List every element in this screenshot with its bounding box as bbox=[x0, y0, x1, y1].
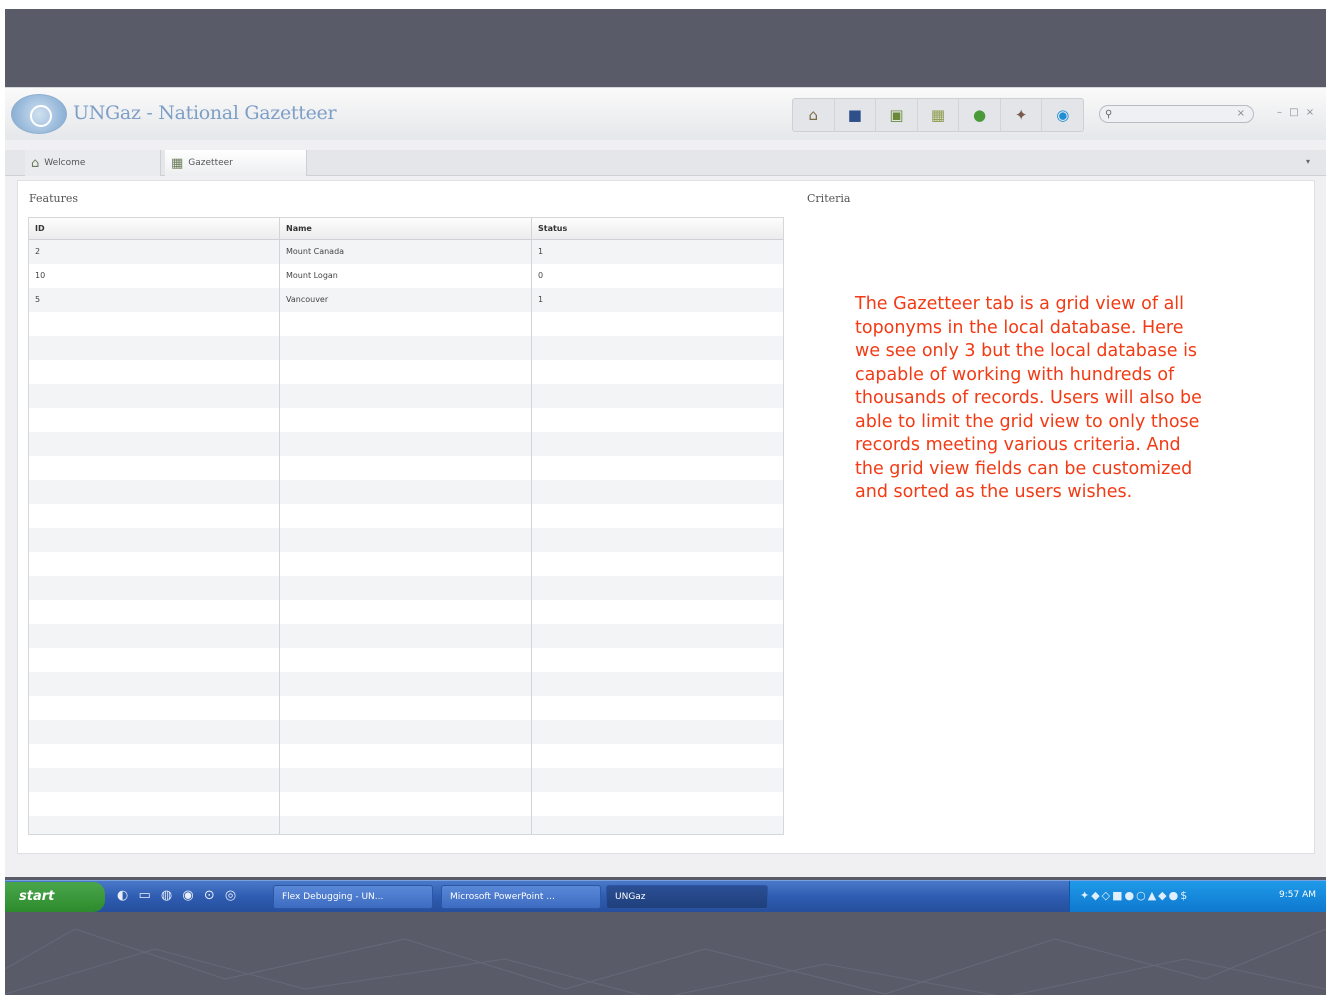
search-input[interactable]: ⚲ × bbox=[1099, 105, 1254, 123]
empty-row bbox=[29, 768, 783, 792]
tab-bar: ⌂ Welcome ▦ Gazetteer ▾ bbox=[5, 150, 1326, 176]
taskbar-item-ungaz[interactable]: UNGaz bbox=[606, 885, 768, 909]
grid-header: ID Name Status bbox=[29, 218, 783, 240]
tray-icons[interactable]: ✦◆◇■●○▲◆●$ bbox=[1080, 889, 1189, 902]
window-controls[interactable]: – □ × bbox=[1277, 107, 1316, 118]
cell-name: Mount Logan bbox=[280, 264, 532, 288]
cell-id: 2 bbox=[29, 240, 280, 264]
empty-row bbox=[29, 312, 783, 336]
slide-decoration bbox=[5, 928, 1326, 995]
empty-row bbox=[29, 552, 783, 576]
settings-icon[interactable]: ✦ bbox=[1001, 99, 1043, 131]
features-heading: Features bbox=[29, 192, 79, 205]
cell-status: 1 bbox=[538, 295, 544, 304]
home-icon[interactable]: ⌂ bbox=[793, 99, 835, 131]
help-icon[interactable]: ◉ bbox=[1042, 99, 1083, 131]
house-icon: ⌂ bbox=[31, 155, 40, 171]
empty-row bbox=[29, 816, 783, 834]
system-tray: ✦◆◇■●○▲◆●$ 9:57 AM bbox=[1069, 881, 1326, 912]
criteria-heading: Criteria bbox=[807, 192, 851, 205]
cell-id: 10 bbox=[29, 264, 280, 288]
grid-icon: ▦ bbox=[171, 155, 184, 171]
features-grid[interactable]: ID Name Status 2 Mount Canada 1 10 Mount… bbox=[28, 217, 784, 835]
empty-row bbox=[29, 648, 783, 672]
table-row[interactable]: 2 Mount Canada 1 bbox=[29, 240, 783, 264]
cell-name: Mount Canada bbox=[280, 240, 532, 264]
cell-name: Vancouver bbox=[280, 288, 532, 312]
empty-row bbox=[29, 744, 783, 768]
tab-welcome[interactable]: ⌂ Welcome bbox=[25, 150, 161, 176]
empty-row bbox=[29, 456, 783, 480]
empty-row bbox=[29, 696, 783, 720]
document-icon[interactable]: ▣ bbox=[876, 99, 918, 131]
empty-row bbox=[29, 408, 783, 432]
start-button[interactable]: start bbox=[5, 882, 105, 912]
empty-row bbox=[29, 384, 783, 408]
cell-status: 1 bbox=[538, 247, 544, 256]
empty-row bbox=[29, 360, 783, 384]
taskbar-item-powerpoint[interactable]: Microsoft PowerPoint ... bbox=[441, 885, 601, 909]
empty-row bbox=[29, 504, 783, 528]
tab-list-dropdown[interactable]: ▾ bbox=[1306, 157, 1310, 166]
empty-row bbox=[29, 792, 783, 816]
cell-id: 5 bbox=[29, 288, 280, 312]
quick-launch-icons[interactable]: ◐ ▭ ◍ ◉ ⊙ ◎ bbox=[117, 888, 239, 903]
tab-welcome-label: Welcome bbox=[44, 158, 86, 168]
clear-search-icon[interactable]: × bbox=[1237, 106, 1245, 122]
cell-status: 0 bbox=[538, 271, 544, 280]
table-row[interactable]: 10 Mount Logan 0 bbox=[29, 264, 783, 288]
map-icon[interactable]: ▦ bbox=[918, 99, 960, 131]
taskbar-item-flex-debugging[interactable]: Flex Debugging - UN... bbox=[273, 885, 433, 909]
windows-taskbar: start ◐ ▭ ◍ ◉ ⊙ ◎ Flex Debugging - UN...… bbox=[5, 880, 1326, 912]
folder-icon[interactable]: ■ bbox=[835, 99, 877, 131]
grid-body: 2 Mount Canada 1 10 Mount Logan 0 5 Vanc… bbox=[29, 240, 783, 834]
globe-icon[interactable]: ● bbox=[959, 99, 1001, 131]
app-title: UNGaz - National Gazetteer bbox=[73, 102, 337, 124]
empty-row bbox=[29, 624, 783, 648]
empty-row bbox=[29, 336, 783, 360]
un-logo-icon bbox=[11, 94, 67, 134]
empty-row bbox=[29, 600, 783, 624]
empty-row bbox=[29, 432, 783, 456]
column-header-id[interactable]: ID bbox=[29, 218, 280, 239]
toolbar: ⌂ ■ ▣ ▦ ● ✦ ◉ bbox=[792, 98, 1084, 132]
column-header-status[interactable]: Status bbox=[532, 218, 783, 239]
empty-row bbox=[29, 720, 783, 744]
gazetteer-panel: Features Criteria ID Name Status 2 Mount… bbox=[17, 180, 1315, 854]
empty-row bbox=[29, 528, 783, 552]
title-bar: UNGaz - National Gazetteer ⌂ ■ ▣ ▦ ● ✦ ◉… bbox=[5, 88, 1326, 140]
annotation-text: The Gazetteer tab is a grid view of all … bbox=[855, 294, 1202, 502]
tab-gazetteer[interactable]: ▦ Gazetteer bbox=[165, 150, 307, 176]
search-icon: ⚲ bbox=[1105, 109, 1113, 120]
table-row[interactable]: 5 Vancouver 1 bbox=[29, 288, 783, 312]
tab-gazetteer-label: Gazetteer bbox=[188, 158, 233, 168]
empty-row bbox=[29, 576, 783, 600]
empty-row bbox=[29, 672, 783, 696]
clock: 9:57 AM bbox=[1279, 890, 1316, 900]
column-header-name[interactable]: Name bbox=[280, 218, 532, 239]
empty-row bbox=[29, 480, 783, 504]
